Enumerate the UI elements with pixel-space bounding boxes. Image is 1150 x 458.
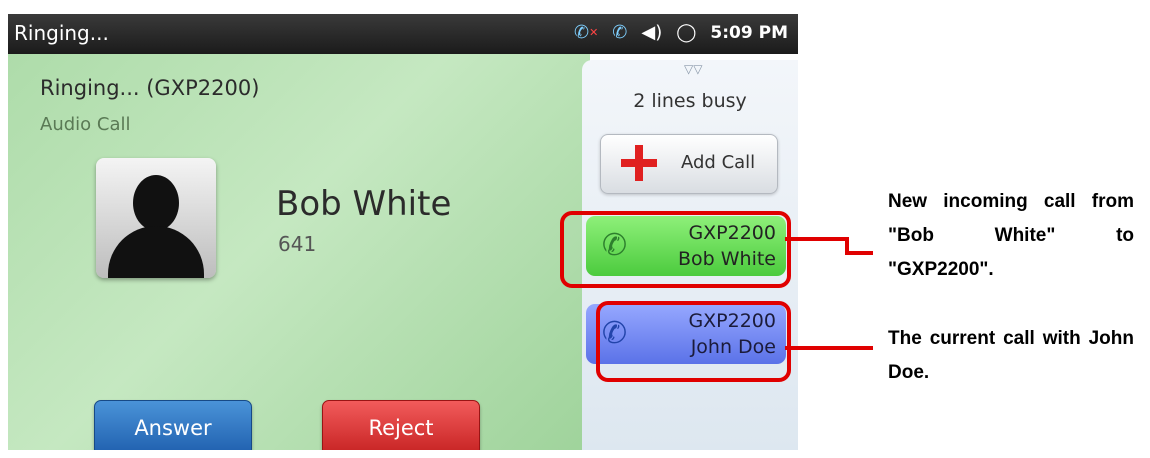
status-icons: ✆✕ ✆ ◀) ◯ 5:09 PM: [574, 21, 788, 45]
add-call-button[interactable]: Add Call: [600, 134, 778, 194]
add-call-label: Add Call: [681, 152, 756, 173]
plus-icon: [621, 145, 657, 181]
highlight-incoming-line: [560, 211, 791, 288]
contact-avatar: [96, 158, 216, 278]
speaker-volume-icon: ◀): [641, 22, 663, 43]
call-type: Audio Call: [40, 114, 131, 135]
sync-icon: ◯: [676, 22, 697, 43]
contact-number: 641: [278, 232, 317, 256]
avatar-body-silhouette: [108, 226, 204, 278]
annotation-connector: [845, 251, 873, 255]
missed-call-icon: ✆✕: [573, 22, 599, 43]
clock: 5:09 PM: [710, 23, 788, 43]
annotation-connector: [785, 346, 873, 350]
highlight-current-line: [596, 301, 791, 382]
voicemail-phone-icon: ✆: [612, 22, 628, 43]
answer-button[interactable]: Answer: [94, 400, 252, 450]
annotation-incoming-call: New incoming call from "Bob White" to "G…: [888, 191, 1134, 280]
chevron-down-icon[interactable]: ▽▽: [684, 62, 702, 76]
status-title: Ringing...: [14, 21, 109, 45]
avatar-head-silhouette: [133, 175, 179, 231]
call-status: Ringing... (GXP2200): [40, 76, 260, 100]
reject-button[interactable]: Reject: [322, 400, 480, 450]
annotation-connector: [785, 237, 845, 241]
status-bar: Ringing... ✆✕ ✆ ◀) ◯ 5:09 PM: [8, 14, 798, 54]
contact-name: Bob White: [276, 184, 452, 224]
lines-busy-label: 2 lines busy: [633, 90, 747, 112]
annotation-current-call: The current call with John Doe.: [888, 328, 1134, 383]
incoming-call-panel: Ringing... (GXP2200) Audio Call Bob Whit…: [8, 54, 590, 450]
